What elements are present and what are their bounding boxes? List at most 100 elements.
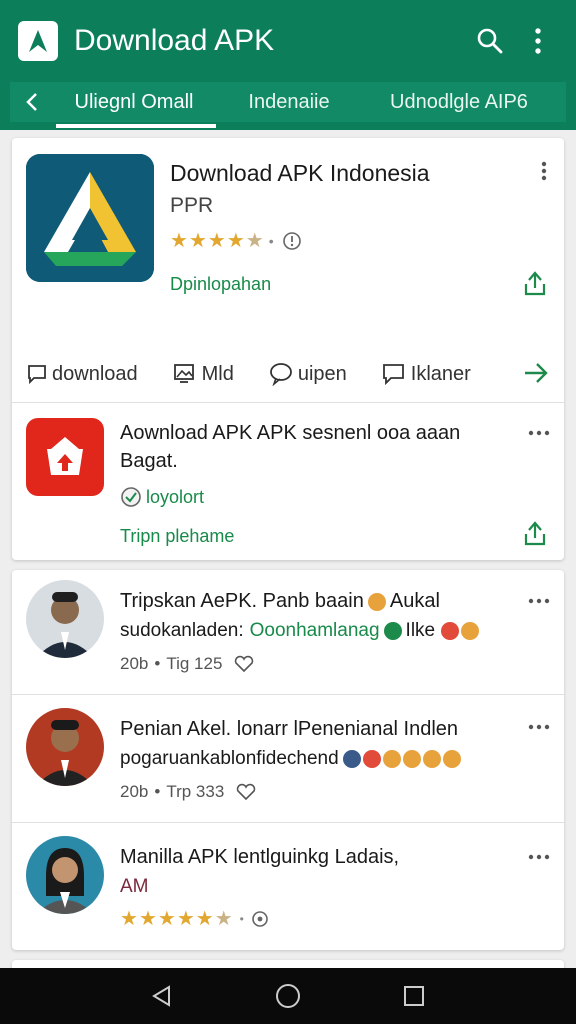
- avatar: [26, 836, 104, 914]
- action-row: download Mld uipen Iklaner: [12, 352, 564, 396]
- heart-icon[interactable]: [234, 655, 254, 673]
- badge-label: loyolort: [146, 486, 205, 507]
- emoji-icon: [383, 622, 402, 640]
- star-icon: ★: [226, 230, 245, 252]
- review-item[interactable]: Penian Akel. lonarr lPenenianal Indlen p…: [12, 698, 564, 824]
- system-nav-bar: [0, 968, 576, 1024]
- star-icon: ★: [188, 230, 207, 252]
- tab-2[interactable]: Indenaiie: [214, 82, 364, 122]
- divider: [12, 402, 564, 403]
- app-icon-secondary[interactable]: [26, 418, 104, 496]
- chat-bubble-icon: [28, 365, 46, 385]
- star-icon: ★: [120, 908, 138, 930]
- heart-emoji-icon: [441, 622, 460, 640]
- star-icon: ★: [138, 908, 157, 930]
- review-title-suffix: Aukal: [389, 590, 440, 612]
- review-body: sudokanladen: Ooonhamlanag Ilke: [120, 620, 480, 642]
- action-label: download: [52, 362, 138, 385]
- emoji-icon: [461, 622, 480, 640]
- app-icon[interactable]: [26, 154, 154, 282]
- back-arrow-icon[interactable]: [10, 82, 54, 122]
- emoji-icon: [442, 750, 461, 768]
- message-icon: [382, 364, 404, 386]
- star-icon: ★: [170, 230, 188, 252]
- search-icon[interactable]: [470, 21, 510, 61]
- emoji-icon: [342, 750, 361, 768]
- review-body-suffix: Ilke: [405, 620, 436, 641]
- share-icon[interactable]: [520, 518, 550, 548]
- secondary-app-badge: loyolort: [120, 486, 204, 508]
- badge-icon: [121, 487, 141, 507]
- app-title-main[interactable]: Download APK Indonesia: [170, 160, 430, 187]
- secondary-app-subtitle: Bagat.: [120, 450, 178, 472]
- review-title: Manilla APK lentlguinkg Ladais,: [120, 846, 399, 869]
- comment-icon: [269, 363, 292, 386]
- more-vert-icon[interactable]: [534, 156, 554, 186]
- emoji-icon: [367, 592, 386, 611]
- dot-separator: •: [154, 782, 161, 801]
- logo-icon: [18, 21, 58, 61]
- badge-icon[interactable]: [250, 909, 270, 929]
- reviews-card: Tripskan AePK. Panb baain Aukal sudokanl…: [12, 570, 564, 950]
- review-tag: Tig 125: [166, 654, 223, 673]
- tab-3[interactable]: Udnodlgle AIP6: [364, 82, 554, 122]
- more-horiz-icon[interactable]: [526, 418, 552, 448]
- secondary-app-link[interactable]: Tripn plehame: [120, 526, 234, 547]
- review-meta: 20b • Tig 125: [120, 654, 254, 674]
- more-horiz-icon[interactable]: [526, 586, 552, 616]
- app-title: Download APK: [74, 24, 275, 57]
- nav-home-icon[interactable]: [275, 983, 301, 1009]
- share-icon[interactable]: [520, 268, 550, 298]
- action-uipen[interactable]: uipen: [268, 362, 347, 386]
- info-icon[interactable]: [282, 231, 302, 251]
- review-meta: 20b • Trp 333: [120, 782, 256, 802]
- nav-recents-icon[interactable]: [403, 985, 425, 1007]
- review-title: Tripskan AePK. Panb baain Aukal: [120, 590, 440, 613]
- arrow-forward-icon[interactable]: [522, 360, 550, 391]
- half-star-icon: ★: [245, 230, 264, 252]
- more-horiz-icon[interactable]: [526, 712, 552, 742]
- review-title-text: Penian Akel. lonarr lPenenianal Indlen: [120, 718, 459, 740]
- tab-bar: Uliegnl Omall Indenaiie Udnodlgle AIP6: [0, 82, 576, 130]
- image-icon: [173, 364, 194, 383]
- review-body-text: pogaruankablonfidechend: [120, 748, 339, 769]
- action-mld[interactable]: Mld: [172, 362, 234, 386]
- half-star-icon: ★: [214, 908, 233, 930]
- secondary-app-title[interactable]: Aownload APK APK sesnenl ooa aaan: [120, 422, 500, 445]
- review-title: Penian Akel. lonarr lPenenianal Indlen: [120, 718, 458, 741]
- emoji-icon: [362, 750, 381, 768]
- action-label: Mld: [201, 362, 234, 385]
- rating-stars: ★ ★ ★ ★ ★ •: [170, 228, 302, 253]
- star-icon: ★: [195, 908, 214, 930]
- action-iklaner[interactable]: Iklaner: [381, 362, 471, 386]
- divider: [12, 694, 564, 695]
- avatar: [26, 580, 104, 658]
- review-title-text: Manilla APK lentlguinkg Ladais,: [120, 846, 400, 868]
- star-icon: ★: [207, 230, 226, 252]
- action-download[interactable]: download: [26, 363, 138, 386]
- dot-separator: •: [268, 232, 274, 249]
- review-count: 20b: [120, 654, 149, 673]
- tab-1[interactable]: Uliegnl Omall: [54, 82, 214, 122]
- dot-separator: •: [154, 654, 161, 673]
- star-icon: ★: [176, 908, 195, 930]
- tab-indicator: [56, 124, 216, 128]
- review-count: 20b: [120, 782, 149, 801]
- review-title-text: Tripskan AePK. Panb baain: [120, 590, 364, 612]
- heart-icon[interactable]: [236, 783, 256, 801]
- review-item[interactable]: Tripskan AePK. Panb baain Aukal sudokanl…: [12, 570, 564, 696]
- rating-stars: ★ ★ ★ ★ ★ ★ •: [120, 906, 270, 931]
- more-vert-icon[interactable]: [518, 21, 558, 61]
- review-tag: Trp 333: [166, 782, 225, 801]
- nav-back-icon[interactable]: [151, 985, 173, 1007]
- app-link[interactable]: Dpinlopahan: [170, 274, 271, 295]
- review-item[interactable]: Manilla APK lentlguinkg Ladais, AM ★ ★ ★…: [12, 826, 564, 952]
- more-horiz-icon[interactable]: [526, 842, 552, 872]
- emoji-icon: [402, 750, 421, 768]
- review-body: pogaruankablonfidechend: [120, 748, 461, 770]
- app-bar: Download APK: [0, 0, 576, 82]
- app-card: Download APK Indonesia PPR ★ ★ ★ ★ ★ • D…: [12, 138, 564, 560]
- review-body: AM: [120, 876, 149, 898]
- dot-separator: •: [239, 911, 244, 926]
- review-body-text: AM: [120, 876, 149, 897]
